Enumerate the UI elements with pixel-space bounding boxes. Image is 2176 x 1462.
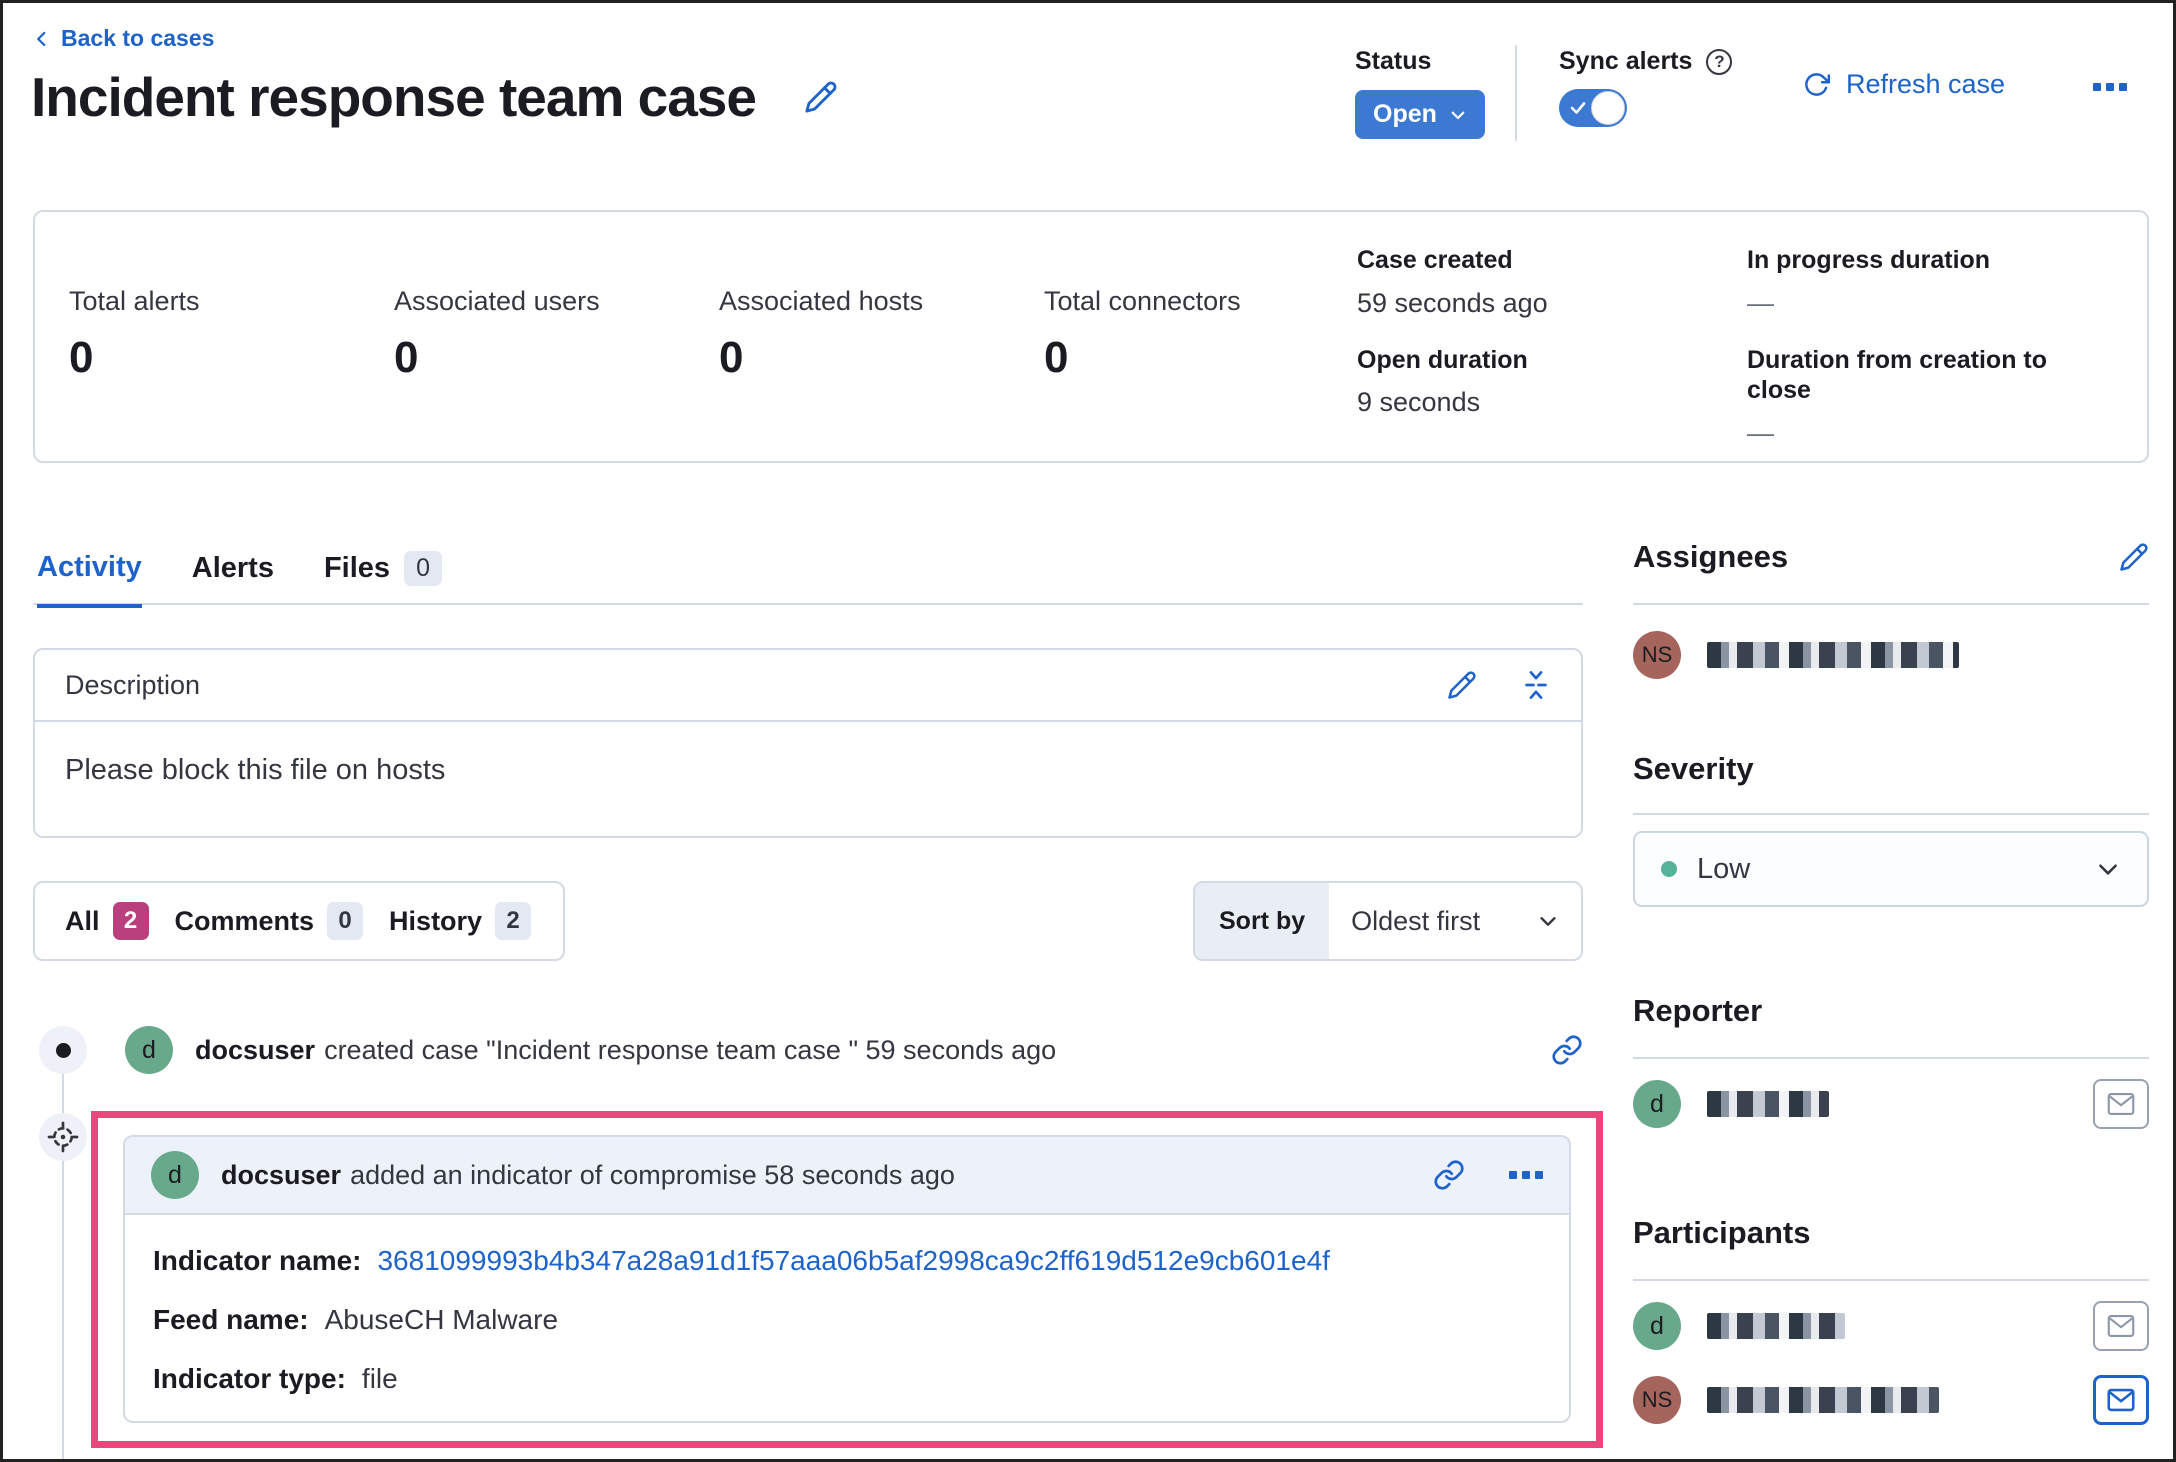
avatar: d [125,1026,173,1074]
back-link-label: Back to cases [61,25,215,51]
assignee-row: NS [1633,631,2149,679]
sync-alerts-label: Sync alerts [1559,47,1693,75]
tab-files[interactable]: Files 0 [324,551,442,606]
edit-title-pencil-icon[interactable] [804,80,838,114]
open-duration-label: Open duration [1357,345,1528,374]
indicator-name-row: Indicator name: 3681099993b4b347a28a91d1… [153,1245,1330,1277]
case-created-value: 59 seconds ago [1357,287,1548,318]
crosshair-icon [47,1121,79,1153]
timeline-dot-marker [39,1026,87,1074]
header-divider [1515,45,1517,141]
divider [1633,1279,2149,1281]
check-icon [1570,102,1586,114]
divider [1633,813,2149,815]
comment-actions-ellipsis-button[interactable] [1509,1171,1543,1179]
highlighted-comment-outline: d docsuser added an indicator of compromi… [91,1111,1603,1448]
description-card: Description Please block this file on ho… [33,648,1583,838]
comment-header-text: docsuser added an indicator of compromise… [221,1159,955,1190]
event-created-case-text: docsuser created case "Incident response … [195,1034,1057,1065]
reporter-row: d [1633,1079,2149,1129]
chevron-down-icon [1449,106,1467,124]
sort-by-label: Sort by [1195,883,1330,959]
timeline-crosshair-marker [39,1113,87,1161]
participant-row: d [1633,1301,2149,1351]
assignees-title: Assignees [1633,539,1789,574]
avatar: NS [1633,1376,1681,1424]
participants-title: Participants [1633,1215,1811,1250]
refresh-case-button[interactable]: Refresh case [1803,69,2005,100]
in-progress-duration-value: — [1747,287,1774,318]
help-icon[interactable]: ? [1706,48,1733,75]
filter-all[interactable]: All 2 [65,902,149,940]
stat-associated-users: Associated users 0 [394,286,600,382]
description-title: Description [65,669,201,700]
files-count-badge: 0 [404,551,442,586]
participant-row: NS [1633,1375,2149,1425]
email-icon[interactable] [2093,1375,2149,1425]
avatar: d [1633,1302,1681,1350]
avatar: d [1633,1080,1681,1128]
tab-alerts[interactable]: Alerts [192,551,274,606]
creation-to-close-label: Duration from creation to close [1747,345,2048,405]
email-icon[interactable] [2093,1301,2149,1351]
in-progress-duration-label: In progress duration [1747,246,1991,274]
stat-associated-hosts: Associated hosts 0 [719,286,924,382]
filter-history-count-badge: 2 [495,902,532,940]
indicator-comment-card: d docsuser added an indicator of compromi… [123,1135,1571,1423]
back-to-cases-link[interactable]: Back to cases [33,25,214,52]
filter-all-count-badge: 2 [112,902,149,940]
page-title: Incident response team case [31,66,757,128]
status-label: Status [1355,47,1432,75]
edit-assignees-pencil-icon[interactable] [2119,542,2149,572]
copy-link-icon[interactable] [1551,1034,1583,1066]
tab-activity[interactable]: Activity [37,551,142,608]
redacted-username [1707,1387,1939,1413]
activity-filter-group: All 2 Comments 0 History 2 [33,881,565,961]
chevron-down-icon [1540,917,1556,926]
open-duration-value: 9 seconds [1357,387,1481,417]
stat-total-connectors: Total connectors 0 [1044,286,1241,382]
copy-link-icon[interactable] [1433,1159,1465,1191]
divider [1633,1057,2149,1059]
severity-low-dot [1661,861,1677,877]
divider [1633,603,2149,605]
avatar: NS [1633,631,1681,679]
filter-comments[interactable]: Comments 0 [175,902,364,940]
severity-title: Severity [1633,751,1754,786]
feed-name-row: Feed name: AbuseCH Malware [153,1304,559,1335]
stat-total-alerts: Total alerts 0 [69,286,200,382]
case-detail-page: Back to cases Incident response team cas… [0,0,2176,1462]
sort-order-dropdown[interactable]: Oldest first [1329,883,1581,959]
toggle-knob [1591,91,1625,125]
case-actions-ellipsis-button[interactable] [2093,83,2127,91]
filter-history[interactable]: History 2 [389,902,532,940]
description-body: Please block this file on hosts [65,754,446,786]
status-dropdown-button[interactable]: Open [1355,90,1485,139]
case-stats-panel: Total alerts 0 Associated users 0 Associ… [33,210,2149,463]
redacted-username [1707,1091,1829,1117]
indicator-name-link[interactable]: 3681099993b4b347a28a91d1f57aaa06b5af2998… [377,1245,1329,1277]
indicator-type-row: Indicator type: file [153,1363,398,1394]
sync-alerts-toggle[interactable] [1559,89,1627,127]
case-created-label: Case created [1357,246,1513,274]
severity-select[interactable]: Low [1633,831,2149,907]
edit-description-pencil-icon[interactable] [1447,670,1477,700]
chevron-down-icon [2099,864,2117,875]
filter-comments-count-badge: 0 [327,902,364,940]
redacted-username [1707,1313,1845,1339]
avatar: d [151,1151,199,1199]
creation-to-close-value: — [1747,417,1774,448]
email-icon[interactable] [2093,1079,2149,1129]
chevron-left-icon [33,30,51,48]
reporter-title: Reporter [1633,993,1763,1028]
collapse-description-icon[interactable] [1521,670,1551,700]
refresh-icon [1803,71,1830,98]
redacted-username [1707,642,1959,668]
